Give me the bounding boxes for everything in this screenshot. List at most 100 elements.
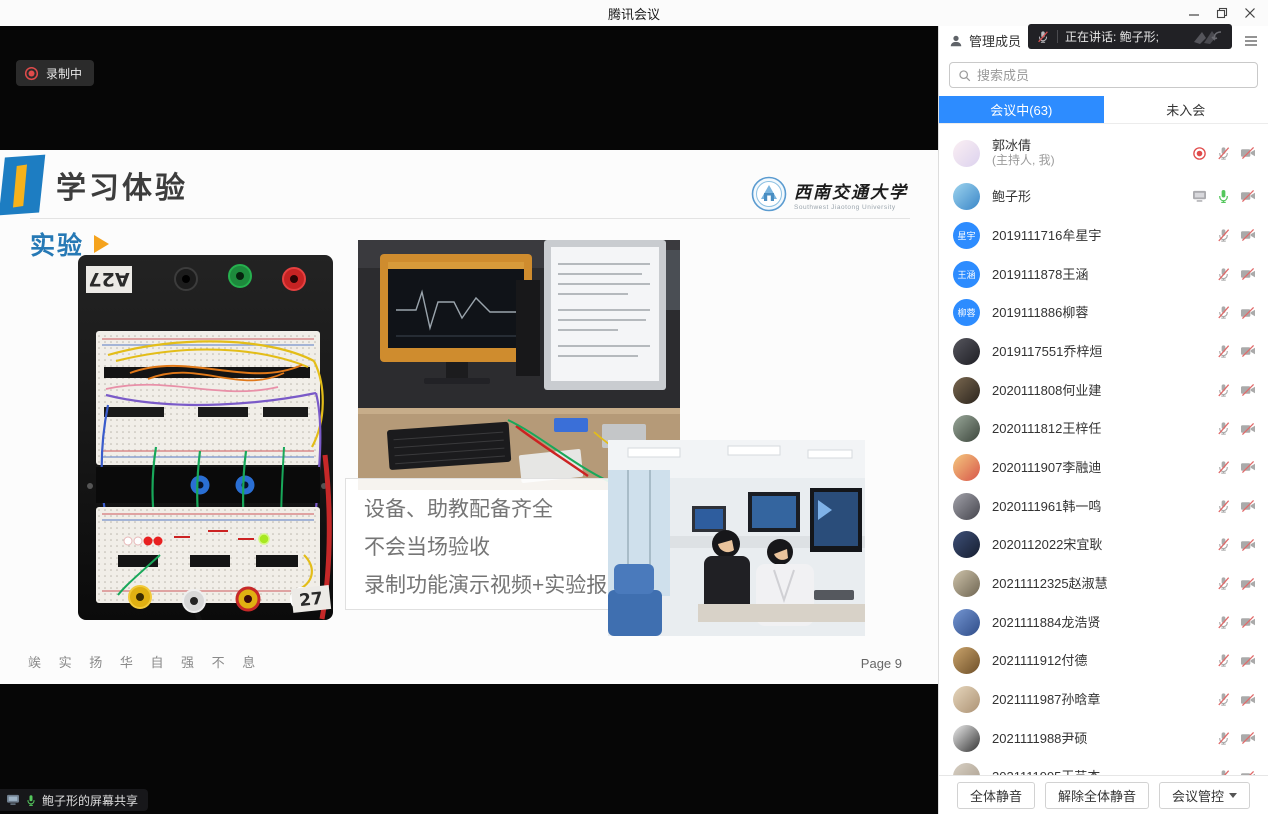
- member-row[interactable]: 2020112022宋宜耿: [939, 526, 1268, 565]
- mic-muted-icon[interactable]: [1216, 421, 1231, 436]
- slide-title: 学习体验: [56, 163, 188, 207]
- member-row[interactable]: 柳蓉 2019111886柳蓉: [939, 293, 1268, 332]
- slide-caption-box: 设备、助教配备齐全 不会当场验收 录制功能演示视频+实验报告: [345, 478, 612, 610]
- panel-menu-button[interactable]: [1244, 35, 1258, 47]
- camera-muted-icon[interactable]: [1240, 693, 1256, 707]
- hamburger-icon: [1244, 35, 1258, 47]
- camera-muted-icon[interactable]: [1240, 731, 1256, 745]
- member-name: 2020111812王梓任: [992, 421, 1101, 436]
- mic-muted-icon[interactable]: [1216, 537, 1231, 552]
- screen-share-banner: 鲍子形的屏幕共享: [0, 789, 148, 811]
- mic-muted-icon[interactable]: [1216, 383, 1231, 398]
- chevron-down-icon: [1229, 793, 1237, 798]
- member-row[interactable]: 2020111812王梓任: [939, 409, 1268, 448]
- avatar: [953, 647, 980, 674]
- screen-share-icon: [6, 794, 20, 806]
- member-row[interactable]: 鲍子形: [939, 176, 1268, 216]
- meeting-control-button[interactable]: 会议管控: [1159, 782, 1250, 809]
- member-row[interactable]: 2021111988尹硕: [939, 719, 1268, 758]
- mic-muted-icon[interactable]: [1216, 146, 1231, 161]
- recording-status-badge: 录制中: [16, 60, 94, 86]
- board-label-27: 27: [291, 585, 331, 613]
- camera-muted-icon[interactable]: [1240, 422, 1256, 436]
- shared-screen-area: 录制中 学习体验 西南交通大学 Southwest Jiaotong Unive…: [0, 26, 938, 814]
- avatar: [953, 454, 980, 481]
- screen-share-icon: [1192, 190, 1207, 203]
- search-input[interactable]: [977, 68, 1249, 83]
- member-list[interactable]: 郭冰倩 (主持人, 我): [939, 130, 1268, 775]
- member-name: 2021111884龙浩贤: [992, 615, 1100, 630]
- camera-muted-icon[interactable]: [1240, 383, 1256, 397]
- members-icon: [949, 34, 963, 48]
- mic-muted-icon[interactable]: [1216, 499, 1231, 514]
- member-row[interactable]: 王涵 2019111878王涵: [939, 255, 1268, 294]
- member-name: 2020112022宋宜耿: [992, 537, 1102, 552]
- close-button[interactable]: [1236, 0, 1264, 26]
- avatar: 王涵: [953, 261, 980, 288]
- member-row[interactable]: 2020111808何业建: [939, 371, 1268, 410]
- avatar: [953, 140, 980, 167]
- camera-muted-icon[interactable]: [1240, 267, 1256, 281]
- member-row[interactable]: 20211112325赵淑慧: [939, 564, 1268, 603]
- mic-on-icon[interactable]: [1216, 189, 1231, 204]
- avatar: [953, 415, 980, 442]
- window-title: 腾讯会议: [0, 4, 1268, 23]
- camera-muted-icon[interactable]: [1240, 344, 1256, 358]
- mic-muted-icon[interactable]: [1216, 576, 1231, 591]
- member-name: 2021111987孙晗章: [992, 692, 1100, 707]
- svg-text:27: 27: [298, 589, 324, 611]
- mic-muted-icon[interactable]: [1216, 731, 1231, 746]
- mic-muted-icon[interactable]: [1216, 228, 1231, 243]
- minimize-button[interactable]: [1180, 0, 1208, 26]
- mic-muted-icon[interactable]: [1216, 460, 1231, 475]
- caption-line: 录制功能演示视频+实验报告: [364, 567, 611, 605]
- camera-muted-icon[interactable]: [1240, 189, 1256, 203]
- mic-muted-icon[interactable]: [1216, 653, 1231, 668]
- camera-muted-icon[interactable]: [1240, 654, 1256, 668]
- search-box[interactable]: [949, 62, 1258, 88]
- unmute-all-button[interactable]: 解除全体静音: [1045, 782, 1149, 809]
- member-name: 2021111988尹硕: [992, 731, 1087, 746]
- camera-muted-icon[interactable]: [1240, 306, 1256, 320]
- university-crest-icon: [751, 176, 787, 212]
- camera-muted-icon[interactable]: [1240, 460, 1256, 474]
- tab-in-meeting[interactable]: 会议中(63): [939, 96, 1104, 123]
- camera-muted-icon[interactable]: [1240, 499, 1256, 513]
- mute-all-button[interactable]: 全体静音: [957, 782, 1035, 809]
- camera-muted-icon[interactable]: [1240, 577, 1256, 591]
- mic-muted-icon[interactable]: [1216, 267, 1231, 282]
- camera-muted-icon[interactable]: [1240, 228, 1256, 242]
- search-icon: [958, 69, 971, 82]
- member-row[interactable]: 2020111961韩一鸣: [939, 487, 1268, 526]
- avatar: [953, 763, 980, 775]
- member-row[interactable]: 郭冰倩 (主持人, 我): [939, 130, 1268, 176]
- board-label-a27: A27: [86, 266, 132, 293]
- mic-muted-icon[interactable]: [1216, 692, 1231, 707]
- member-name: 2021111912付德: [992, 653, 1087, 668]
- member-row[interactable]: 2020111907李融迪: [939, 448, 1268, 487]
- camera-muted-icon[interactable]: [1240, 538, 1256, 552]
- member-row[interactable]: 2021111995王艺杰: [939, 758, 1268, 775]
- camera-muted-icon[interactable]: [1240, 615, 1256, 629]
- member-row[interactable]: 2021111912付德: [939, 642, 1268, 681]
- panel-footer: 全体静音 解除全体静音 会议管控: [939, 775, 1268, 814]
- camera-muted-icon[interactable]: [1240, 146, 1256, 160]
- member-name: 2020111907李融迪: [992, 460, 1101, 475]
- mic-muted-icon[interactable]: [1216, 615, 1231, 630]
- avatar: [953, 609, 980, 636]
- avatar: [953, 531, 980, 558]
- restore-button[interactable]: [1208, 0, 1236, 26]
- member-row[interactable]: 2019117551乔梓烜: [939, 332, 1268, 371]
- photo-lab-room-students: [608, 440, 865, 636]
- member-row[interactable]: 2021111884龙浩贤: [939, 603, 1268, 642]
- university-name-en: Southwest Jiaotong University: [794, 204, 908, 211]
- mic-muted-icon[interactable]: [1216, 305, 1231, 320]
- mic-muted-icon[interactable]: [1216, 344, 1231, 359]
- caption-line: 不会当场验收: [364, 529, 611, 567]
- member-row[interactable]: 星宇 2019111716牟星宇: [939, 216, 1268, 255]
- share-banner-label: 鲍子形的屏幕共享: [42, 792, 138, 809]
- triangle-icon: [94, 235, 109, 253]
- tab-not-joined[interactable]: 未入会: [1104, 96, 1268, 123]
- restore-icon: [1216, 7, 1228, 19]
- member-row[interactable]: 2021111987孙晗章: [939, 680, 1268, 719]
